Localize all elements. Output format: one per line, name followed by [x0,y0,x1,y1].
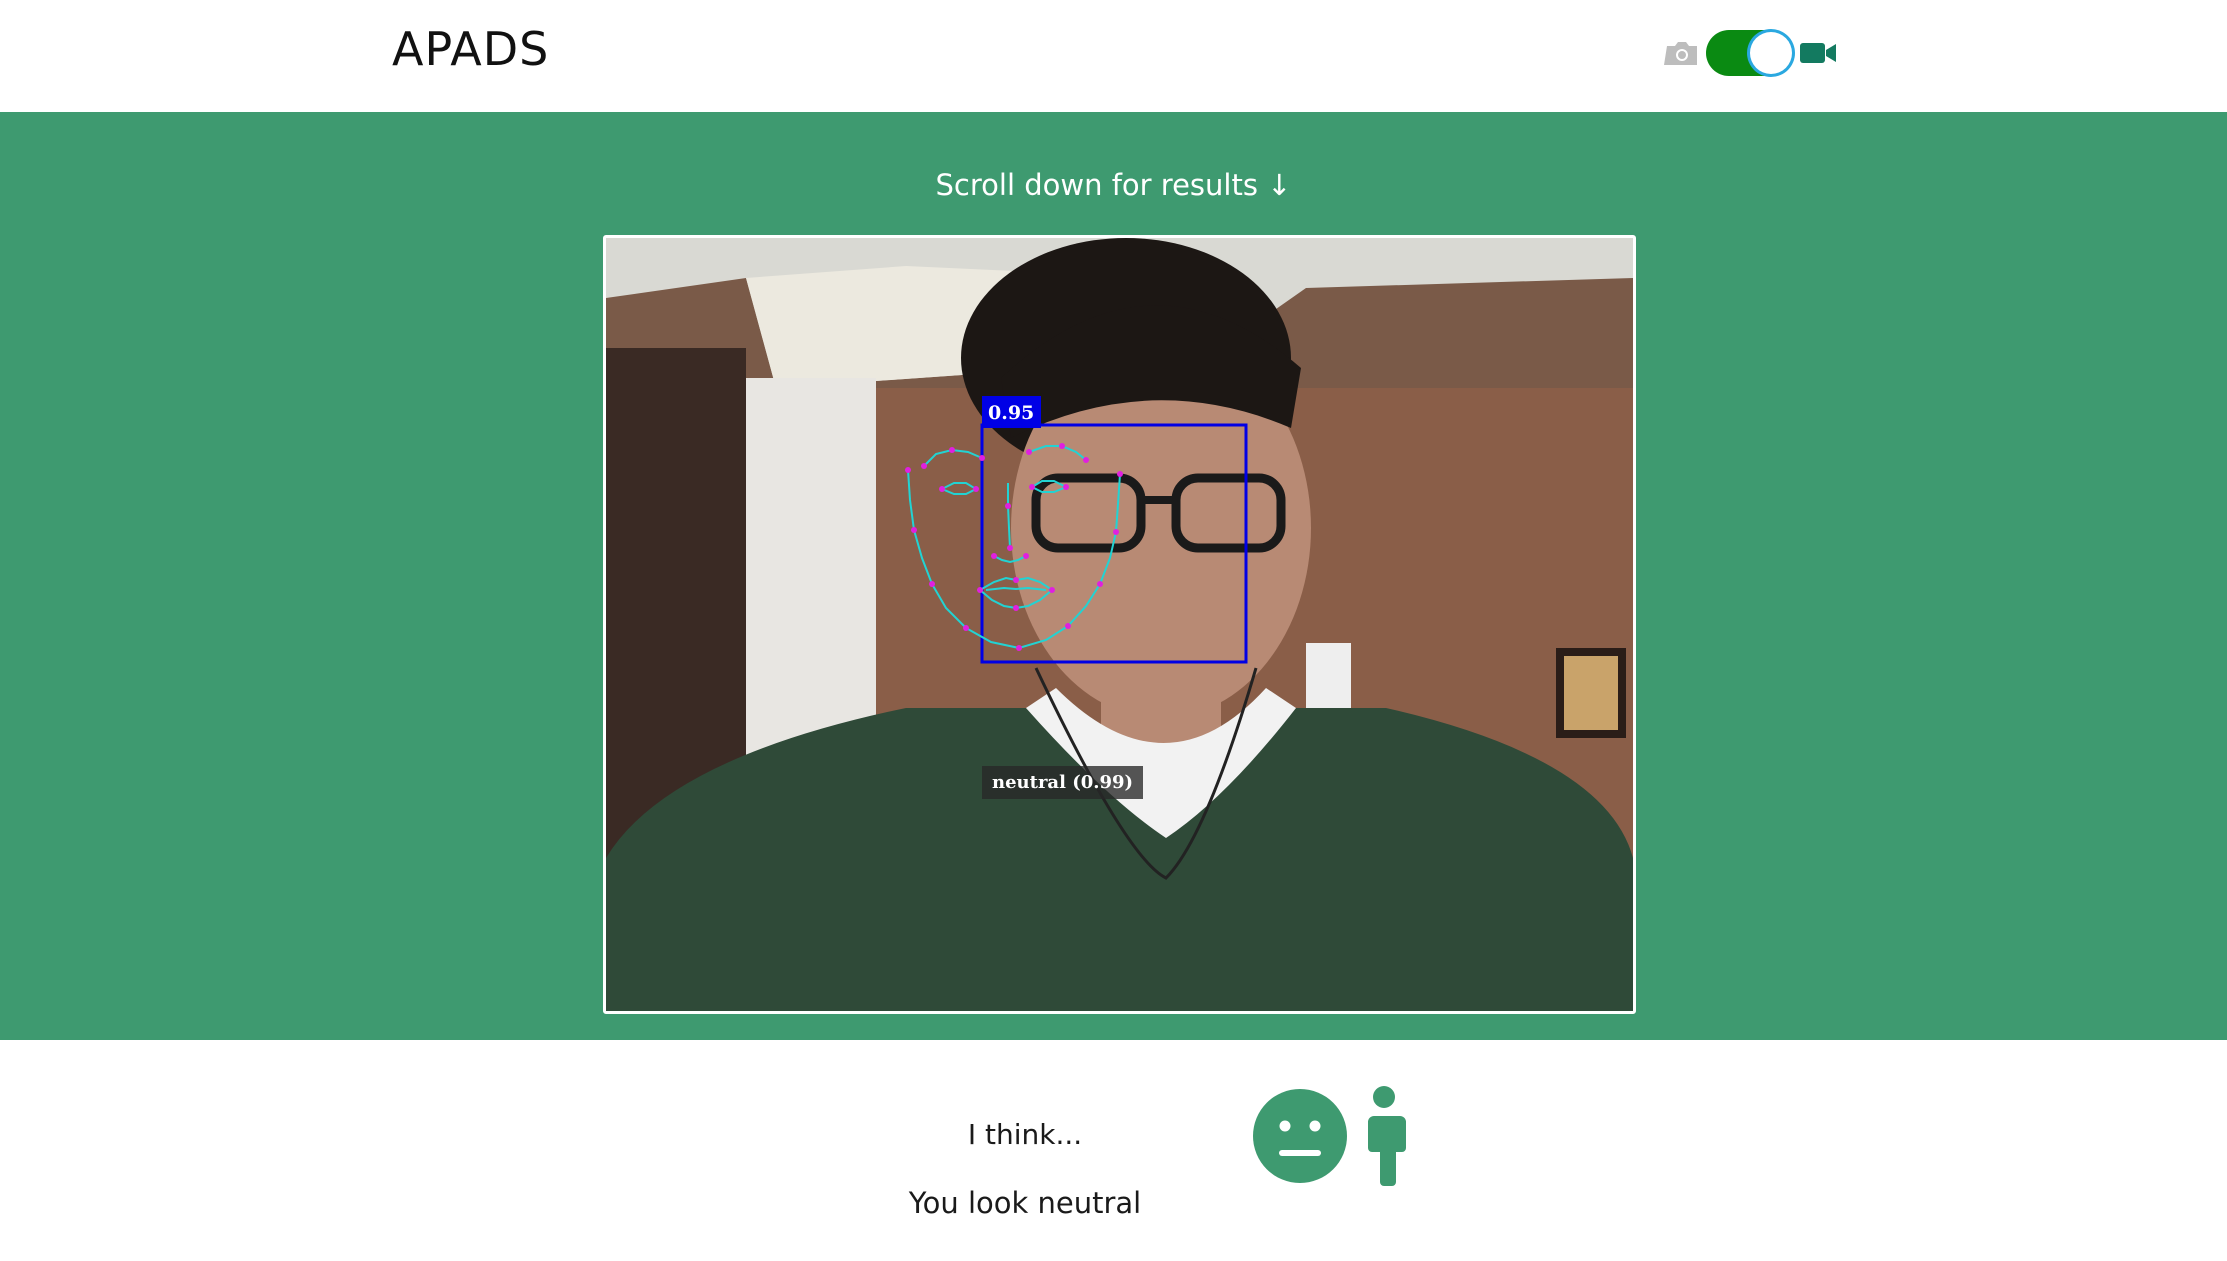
camera-icon[interactable] [1664,38,1700,68]
result-text: You look neutral [908,1186,1142,1220]
scroll-hint: Scroll down for results ↓ [935,168,1292,202]
toggle-knob [1750,32,1792,74]
app-header: APADS [0,0,2227,112]
emotion-label: neutral (0.99) [982,766,1144,799]
webcam-image [606,238,1633,1011]
webcam-section: Scroll down for results ↓ 0.95 neutral (… [0,112,2227,1040]
webcam-feed: 0.95 neutral (0.99) [603,235,1636,1014]
mode-switch[interactable] [1664,28,1838,78]
video-camera-icon[interactable] [1798,38,1838,68]
brand-title: APADS [392,22,550,76]
detection-score-label: 0.95 [982,396,1042,428]
neutral-face-icon [1253,1089,1347,1183]
result-intro: I think... [967,1118,1083,1151]
camera-video-toggle[interactable] [1706,30,1794,76]
person-icon [1368,1086,1406,1186]
